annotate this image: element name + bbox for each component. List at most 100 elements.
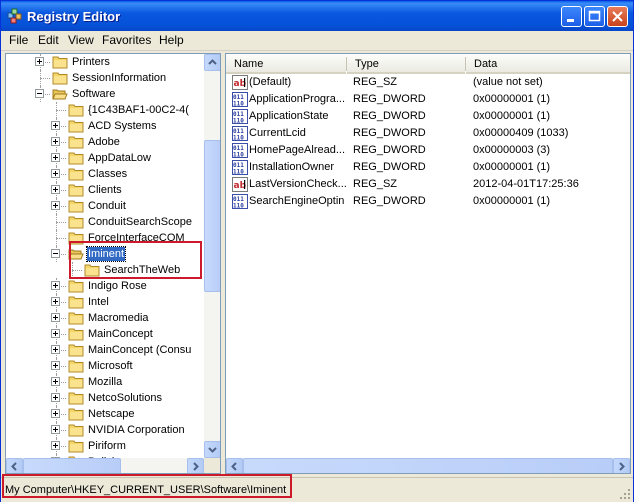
menu-view[interactable]: View bbox=[68, 33, 94, 47]
menu-favorites[interactable]: Favorites bbox=[102, 33, 151, 47]
tree-item[interactable]: NVIDIA Corporation bbox=[6, 422, 204, 438]
tree-horizontal-scrollbar[interactable] bbox=[6, 458, 204, 473]
collapse-minus-icon[interactable] bbox=[51, 249, 60, 258]
tree-item[interactable]: Clients bbox=[6, 182, 204, 198]
expand-plus-icon[interactable] bbox=[51, 201, 60, 210]
value-row[interactable]: 011 110 HomePageAlread... REG_DWORD 0x000000… bbox=[226, 142, 630, 159]
tree-hscroll-thumb[interactable] bbox=[23, 458, 121, 473]
tree-connector bbox=[72, 270, 82, 271]
tree-item[interactable]: Conduit bbox=[6, 198, 204, 214]
tree-item[interactable]: Netscape bbox=[6, 406, 204, 422]
menu-file[interactable]: File bbox=[9, 33, 28, 47]
resize-grip-icon[interactable] bbox=[619, 488, 631, 500]
title-bar[interactable]: Registry Editor bbox=[1, 1, 633, 31]
expand-plus-icon[interactable] bbox=[51, 185, 60, 194]
folder-icon bbox=[68, 136, 84, 149]
key-tree-pane[interactable]: Printers SessionInformation Software {1C43B… bbox=[5, 53, 221, 474]
tree-item[interactable]: Macromedia bbox=[6, 310, 204, 326]
tree-item-label: Microsoft bbox=[88, 360, 133, 372]
tree-item[interactable]: Printers bbox=[6, 54, 204, 70]
tree-item[interactable]: MainConcept (Consu bbox=[6, 342, 204, 358]
tree-item[interactable]: SearchTheWeb bbox=[6, 262, 204, 278]
collapse-minus-icon[interactable] bbox=[35, 89, 44, 98]
tree-item[interactable]: Iminent bbox=[6, 246, 204, 262]
tree-item[interactable]: AppDataLow bbox=[6, 150, 204, 166]
expand-plus-icon[interactable] bbox=[51, 377, 60, 386]
tree-item[interactable]: Intel bbox=[6, 294, 204, 310]
tree-item[interactable]: SessionInformation bbox=[6, 70, 204, 86]
expand-plus-icon[interactable] bbox=[35, 57, 44, 66]
tree-item[interactable]: Microsoft bbox=[6, 358, 204, 374]
value-name: ApplicationProgra... bbox=[249, 93, 345, 105]
value-row[interactable]: 011 110 ApplicationProgra... REG_DWORD 0x000… bbox=[226, 91, 630, 108]
tree-item[interactable]: ConduitSearchScope bbox=[6, 214, 204, 230]
folder-icon bbox=[68, 296, 84, 309]
tree-item[interactable]: NetcoSolutions bbox=[6, 390, 204, 406]
scroll-down-button[interactable] bbox=[204, 441, 220, 458]
expand-plus-icon[interactable] bbox=[51, 121, 60, 130]
value-name: SearchEngineOptin bbox=[249, 195, 345, 207]
expand-plus-icon[interactable] bbox=[51, 281, 60, 290]
value-type: REG_DWORD bbox=[353, 93, 426, 105]
expand-plus-icon[interactable] bbox=[51, 297, 60, 306]
column-header-name[interactable]: Name bbox=[226, 54, 346, 74]
tree-item-label: MainConcept bbox=[88, 328, 153, 340]
list-horizontal-scrollbar[interactable] bbox=[226, 458, 630, 473]
tree-item[interactable]: Mozilla bbox=[6, 374, 204, 390]
tree-item-label: ForceInterfaceCOM bbox=[88, 232, 185, 244]
expand-plus-icon[interactable] bbox=[51, 441, 60, 450]
maximize-button[interactable] bbox=[584, 6, 605, 27]
scroll-left-button[interactable] bbox=[6, 458, 23, 473]
folder-open-icon bbox=[52, 89, 68, 100]
tree-item[interactable]: {1C43BAF1-00C2-4( bbox=[6, 102, 204, 118]
expand-plus-icon[interactable] bbox=[51, 313, 60, 322]
folder-icon bbox=[68, 168, 84, 181]
value-row[interactable]: 011 110 CurrentLcid REG_DWORD 0x00000409 (10… bbox=[226, 125, 630, 142]
tree-item[interactable]: Software bbox=[6, 86, 204, 102]
binary-value-icon: 011110 bbox=[232, 194, 248, 209]
tree-vscroll-thumb[interactable] bbox=[204, 140, 220, 292]
value-row[interactable]: 011 110 ApplicationState REG_DWORD 0x0000000… bbox=[226, 108, 630, 125]
tree-item[interactable]: Piriform bbox=[6, 438, 204, 454]
expand-plus-icon[interactable] bbox=[51, 345, 60, 354]
tree-vertical-scrollbar[interactable] bbox=[204, 54, 220, 458]
tree-item[interactable]: Classes bbox=[6, 166, 204, 182]
expand-plus-icon[interactable] bbox=[51, 361, 60, 370]
tree-item[interactable]: Indigo Rose bbox=[6, 278, 204, 294]
folder-icon bbox=[52, 72, 68, 85]
tree-connector bbox=[56, 102, 57, 118]
tree-item[interactable]: MainConcept bbox=[6, 326, 204, 342]
scroll-up-button[interactable] bbox=[204, 54, 220, 71]
tree-item[interactable]: ForceInterfaceCOM bbox=[6, 230, 204, 246]
expand-plus-icon[interactable] bbox=[51, 393, 60, 402]
tree-connector bbox=[56, 214, 57, 230]
value-name: LastVersionCheck... bbox=[249, 178, 346, 190]
menu-help[interactable]: Help bbox=[159, 33, 184, 47]
values-list-pane[interactable]: Name Type Data ab (Default) REG_SZ (value n… bbox=[225, 53, 631, 474]
menu-edit[interactable]: Edit bbox=[38, 33, 59, 47]
column-header-type[interactable]: Type bbox=[347, 54, 465, 74]
value-row[interactable]: 011 110 InstallationOwner REG_DWORD 0x000000… bbox=[226, 159, 630, 176]
binary-value-icon: 011110 bbox=[232, 160, 248, 175]
expand-plus-icon[interactable] bbox=[51, 169, 60, 178]
tree-item[interactable]: Adobe bbox=[6, 134, 204, 150]
chevron-up-icon bbox=[208, 59, 217, 65]
value-name: ApplicationState bbox=[249, 110, 329, 122]
tree-item[interactable]: ACD Systems bbox=[6, 118, 204, 134]
value-row[interactable]: ab LastVersionCheck... REG_SZ 2012-04-01T17… bbox=[226, 176, 630, 193]
expand-plus-icon[interactable] bbox=[51, 329, 60, 338]
expand-plus-icon[interactable] bbox=[51, 153, 60, 162]
value-row[interactable]: 011 110 SearchEngineOptin REG_DWORD 0x000000… bbox=[226, 193, 630, 210]
minimize-button[interactable] bbox=[561, 6, 582, 27]
expand-plus-icon[interactable] bbox=[51, 409, 60, 418]
scroll-left-button[interactable] bbox=[226, 458, 243, 473]
tree-item-label: Iminent bbox=[85, 246, 127, 262]
close-button[interactable] bbox=[607, 6, 628, 27]
scroll-right-button[interactable] bbox=[613, 458, 630, 473]
expand-plus-icon[interactable] bbox=[51, 425, 60, 434]
column-header-data[interactable]: Data bbox=[466, 54, 630, 74]
expand-plus-icon[interactable] bbox=[51, 137, 60, 146]
scroll-right-button[interactable] bbox=[187, 458, 204, 473]
list-hscroll-thumb[interactable] bbox=[243, 458, 613, 473]
value-row[interactable]: ab (Default) REG_SZ (value not set) bbox=[226, 74, 630, 91]
